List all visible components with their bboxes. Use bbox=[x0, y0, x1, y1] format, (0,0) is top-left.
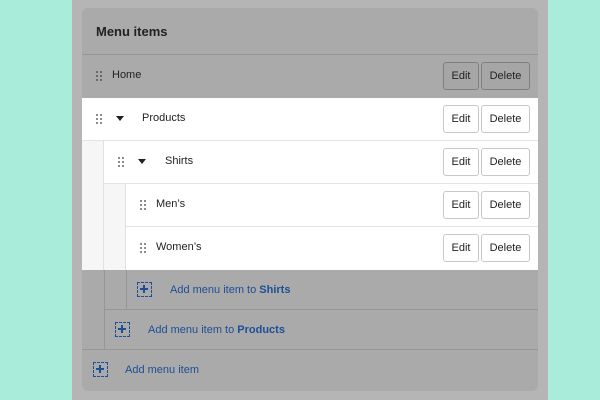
add-menu-item-to-products-link[interactable]: Add menu item to Products bbox=[104, 310, 538, 350]
add-dashed-plus-icon bbox=[137, 282, 152, 297]
menu-item-label: Shirts bbox=[165, 155, 194, 167]
edit-button[interactable]: Edit bbox=[443, 62, 479, 90]
add-link-label: Add menu item bbox=[125, 364, 199, 376]
drag-handle-icon[interactable] bbox=[118, 157, 124, 167]
add-menu-item-link[interactable]: Add menu item bbox=[82, 350, 538, 390]
caret-down-icon[interactable] bbox=[138, 159, 146, 164]
menu-item-womens[interactable]: Women’s Edit Delete bbox=[126, 227, 538, 270]
card-title: Menu items bbox=[96, 24, 168, 39]
add-link-label: Add menu item to Shirts bbox=[170, 284, 291, 296]
drag-handle-icon[interactable] bbox=[140, 200, 146, 210]
delete-button[interactable]: Delete bbox=[481, 234, 530, 262]
indent-guide bbox=[82, 141, 104, 270]
menu-item-label: Women’s bbox=[156, 241, 202, 253]
caret-down-icon[interactable] bbox=[116, 116, 124, 121]
add-link-label: Add menu item to Products bbox=[148, 324, 285, 336]
edit-button[interactable]: Edit bbox=[443, 148, 479, 176]
edit-button[interactable]: Edit bbox=[443, 191, 479, 219]
drag-handle-icon[interactable] bbox=[96, 71, 102, 81]
menu-item-mens[interactable]: Men’s Edit Delete bbox=[126, 184, 538, 226]
delete-button[interactable]: Delete bbox=[481, 191, 530, 219]
delete-button[interactable]: Delete bbox=[481, 148, 530, 176]
edit-button[interactable]: Edit bbox=[443, 105, 479, 133]
add-dashed-plus-icon bbox=[115, 322, 130, 337]
menu-item-label: Men’s bbox=[156, 198, 186, 210]
indent-guide bbox=[104, 184, 126, 270]
menu-items-card: Menu items Home Edit Delete Products Edi… bbox=[82, 8, 538, 391]
menu-item-home[interactable]: Home Edit Delete bbox=[82, 55, 538, 98]
delete-button[interactable]: Delete bbox=[481, 105, 530, 133]
menu-item-label: Home bbox=[112, 69, 142, 81]
menu-item-products[interactable]: Products Edit Delete bbox=[82, 98, 538, 140]
menu-item-label: Products bbox=[142, 112, 186, 124]
delete-button[interactable]: Delete bbox=[481, 62, 530, 90]
menu-item-shirts[interactable]: Shirts Edit Delete bbox=[104, 141, 538, 183]
edit-button[interactable]: Edit bbox=[443, 234, 479, 262]
add-dashed-plus-icon bbox=[93, 362, 108, 377]
drag-handle-icon[interactable] bbox=[96, 114, 102, 124]
add-menu-item-to-shirts-link[interactable]: Add menu item to Shirts bbox=[126, 270, 538, 310]
drag-handle-icon[interactable] bbox=[140, 243, 146, 253]
